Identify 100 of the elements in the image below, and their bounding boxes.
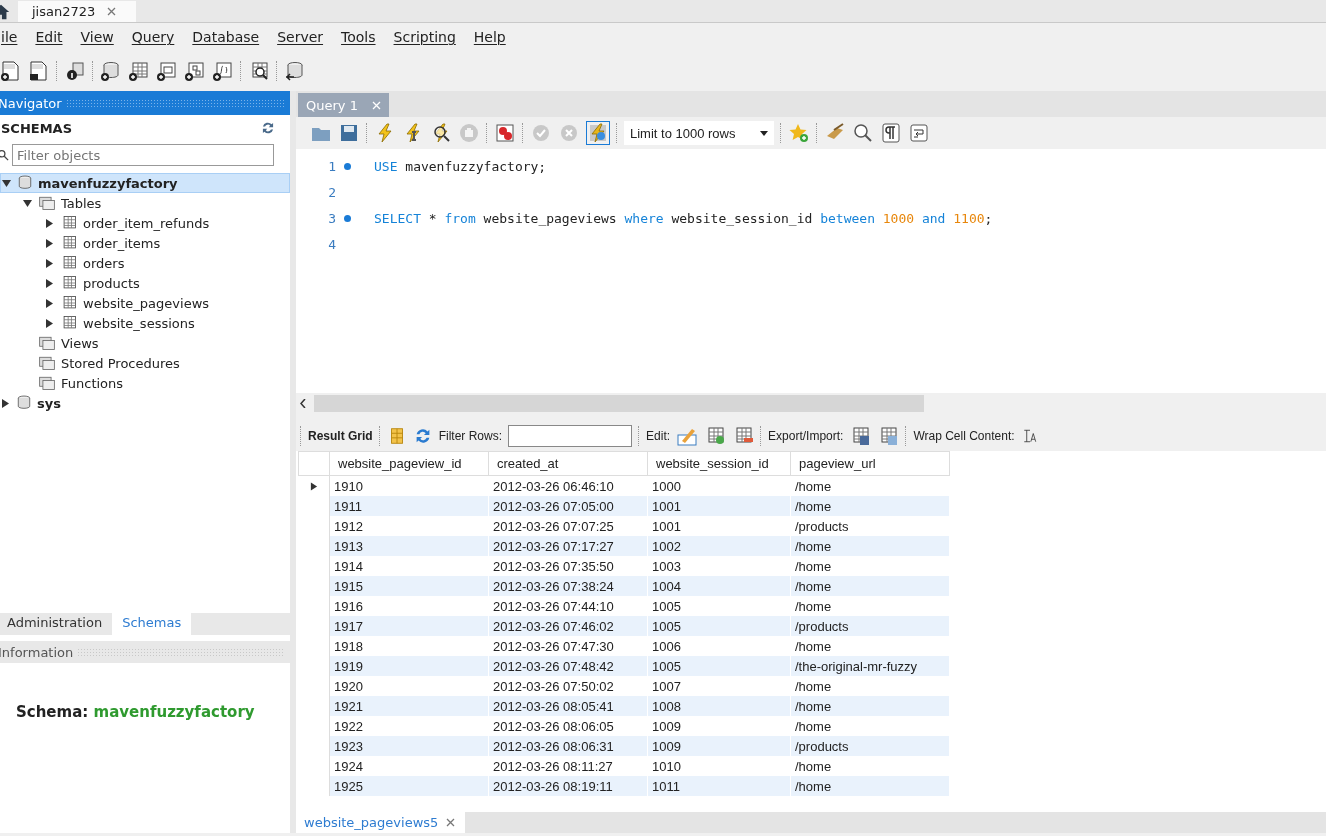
tree-item[interactable]: website_pageviews <box>0 293 290 313</box>
folder-icon[interactable] <box>37 374 57 392</box>
folder-icon[interactable] <box>37 194 57 212</box>
new-function-icon[interactable] <box>212 60 234 82</box>
tree-item[interactable]: website_sessions <box>0 313 290 333</box>
menu-item[interactable]: Server <box>277 29 324 45</box>
table-cell: /the-original-mr-fuzzy <box>790 656 950 676</box>
tree-item[interactable]: mavenfuzzyfactory <box>0 173 290 193</box>
scroll-left-icon[interactable] <box>300 398 306 408</box>
new-schema-icon[interactable] <box>100 60 122 82</box>
star-add-icon[interactable] <box>788 122 810 144</box>
table-cell: 2012-03-26 07:46:02 <box>488 616 648 636</box>
menu-item[interactable]: Database <box>192 29 260 45</box>
search-icon[interactable] <box>0 148 10 162</box>
folder-icon[interactable] <box>37 334 57 352</box>
table-cell: 1921 <box>329 696 489 716</box>
expand-arrow-icon[interactable] <box>1 398 10 408</box>
search-icon[interactable] <box>852 122 874 144</box>
table-cell: 1009 <box>647 736 791 756</box>
menu-item[interactable]: Scripting <box>393 29 456 45</box>
new-sql-file-icon[interactable] <box>0 60 22 82</box>
autocommit-icon[interactable] <box>587 122 609 144</box>
tree-item[interactable]: Views <box>0 333 290 353</box>
tree-item[interactable]: products <box>0 273 290 293</box>
new-procedure-icon[interactable] <box>184 60 206 82</box>
expand-arrow-icon[interactable] <box>45 318 54 328</box>
table-cell: 1913 <box>329 536 489 556</box>
column-header[interactable]: website_pageview_id <box>329 451 489 476</box>
table-cell: 2012-03-26 08:19:11 <box>488 776 648 796</box>
table-cell: 1915 <box>329 576 489 596</box>
result-grid-label[interactable]: Result Grid <box>308 429 373 443</box>
table-cell: 2012-03-26 08:06:31 <box>488 736 648 756</box>
reconnect-icon[interactable] <box>284 60 306 82</box>
open-sql-file-icon[interactable] <box>28 60 50 82</box>
statement-marker-icon <box>343 162 351 170</box>
dropdown-caret-icon[interactable] <box>760 130 768 136</box>
table-cell: 1917 <box>329 616 489 636</box>
code-line: SELECT * from website_pageviews where website_session_id between 1000 and 1100; <box>374 210 993 226</box>
paragraph-icon[interactable] <box>880 122 902 144</box>
tree-item[interactable]: Stored Procedures <box>0 353 290 373</box>
filter-field[interactable]: Filter objects <box>12 144 274 166</box>
table-cell: /home <box>790 576 950 596</box>
tree-item[interactable]: order_items <box>0 233 290 253</box>
tree-item[interactable]: sys <box>0 393 290 413</box>
table-cell: /home <box>790 696 950 716</box>
panel-title: Navigator <box>0 95 62 111</box>
code-line: USE mavenfuzzyfactory; <box>374 158 547 174</box>
table-cell: /products <box>790 736 950 756</box>
table-cell: /home <box>790 496 950 516</box>
table-cell: 1925 <box>329 776 489 796</box>
new-table-icon[interactable] <box>128 60 150 82</box>
expand-arrow-icon[interactable] <box>45 298 54 308</box>
table-cell: 1002 <box>647 536 791 556</box>
menu-item[interactable]: Tools <box>341 29 376 45</box>
tree-item[interactable]: Tables <box>0 193 290 213</box>
section-title: SCHEMAS <box>1 120 73 136</box>
wrap-icon[interactable] <box>908 122 930 144</box>
expand-arrow-icon[interactable] <box>45 218 54 228</box>
database-icon[interactable] <box>16 174 34 192</box>
expand-arrow-icon[interactable] <box>45 238 54 248</box>
limit-select[interactable]: Limit to 1000 rows <box>624 121 774 145</box>
filter-rows-field[interactable] <box>508 425 633 447</box>
menu-item[interactable]: Help <box>473 29 506 45</box>
table-cell: 2012-03-26 07:48:42 <box>488 656 648 676</box>
line-number: 3 <box>327 210 336 226</box>
expand-arrow-icon[interactable] <box>45 258 54 268</box>
table-cell: 1923 <box>329 736 489 756</box>
refresh-icon[interactable] <box>260 120 276 136</box>
connection-tab[interactable]: jisan2723 <box>18 1 137 22</box>
schema-info: Schema: mavenfuzzyfactory <box>16 703 255 721</box>
menu-item[interactable]: ile <box>1 29 18 45</box>
collapse-arrow-icon[interactable] <box>2 178 11 188</box>
table-cell: /home <box>790 776 950 796</box>
close-icon[interactable] <box>107 7 117 16</box>
result-tab[interactable]: website_pageviews5 <box>296 812 466 833</box>
info-icon[interactable] <box>64 60 86 82</box>
column-header[interactable]: website_session_id <box>647 451 791 476</box>
folder-icon[interactable] <box>37 354 57 372</box>
database-icon[interactable] <box>15 394 33 412</box>
panel-title: Information <box>0 644 74 660</box>
table-cell: 2012-03-26 08:05:41 <box>488 696 648 716</box>
menu-item[interactable]: View <box>80 29 114 45</box>
scrollbar-thumb[interactable] <box>314 394 924 412</box>
tree-item[interactable]: Functions <box>0 373 290 393</box>
tree-item[interactable]: order_item_refunds <box>0 213 290 233</box>
table-cell: 1919 <box>329 656 489 676</box>
expand-arrow-icon[interactable] <box>45 278 54 288</box>
close-icon[interactable] <box>446 818 456 827</box>
error-toggle-icon[interactable] <box>494 122 516 144</box>
column-header[interactable]: pageview_url <box>790 451 950 476</box>
new-view-icon[interactable] <box>156 60 178 82</box>
menu-item[interactable]: Edit <box>35 29 63 45</box>
tree-item[interactable]: orders <box>0 253 290 273</box>
panel-tab[interactable]: Schemas <box>112 613 192 635</box>
menu-item[interactable]: Query <box>131 29 175 45</box>
save-icon[interactable] <box>338 122 360 144</box>
column-header[interactable]: created_at <box>488 451 648 476</box>
table-cell: /home <box>790 536 950 556</box>
collapse-arrow-icon[interactable] <box>23 198 32 208</box>
line-number: 2 <box>327 184 336 200</box>
